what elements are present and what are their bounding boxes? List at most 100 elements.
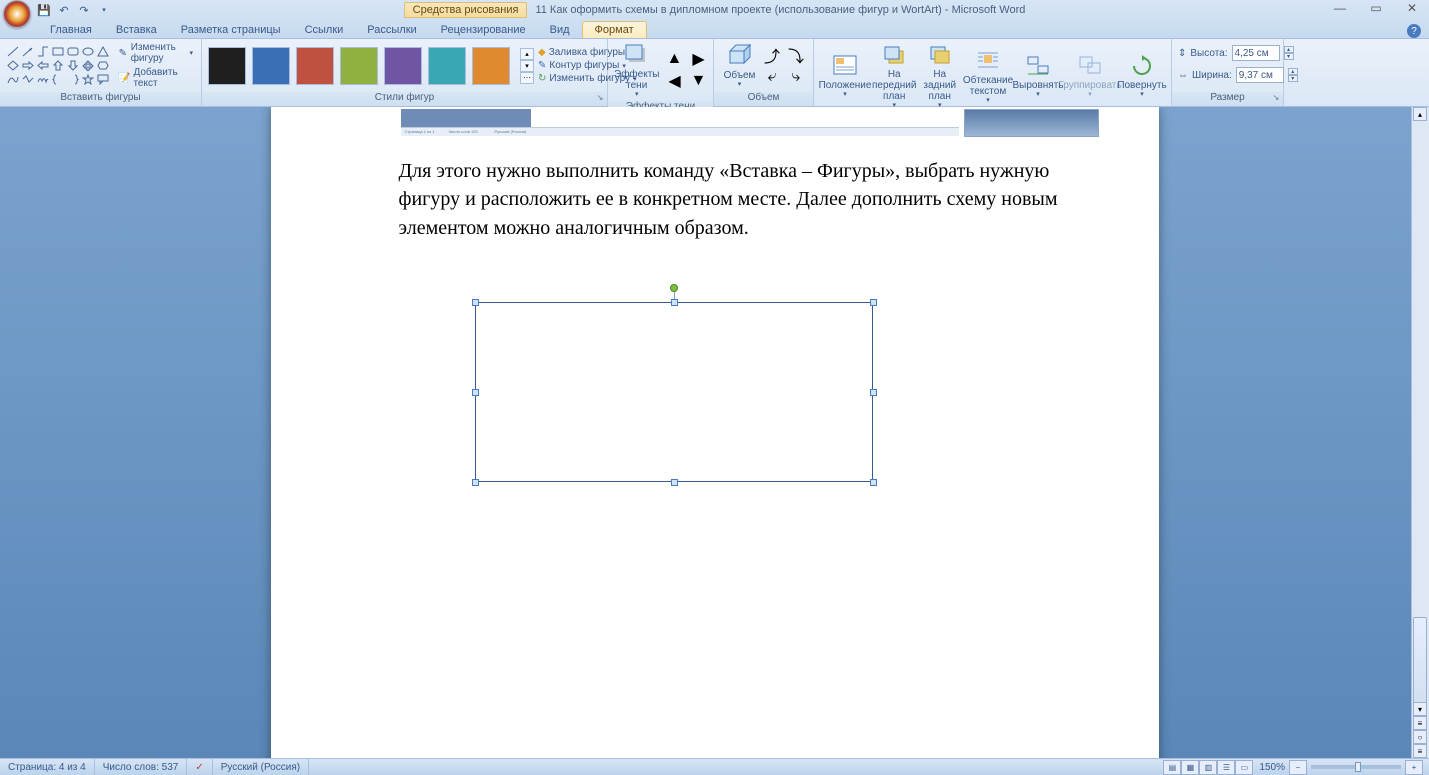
resize-handle-w[interactable]	[472, 389, 479, 396]
tab-page-layout[interactable]: Разметка страницы	[169, 22, 293, 38]
shape-ellipse-icon[interactable]	[81, 45, 95, 58]
size-launcher[interactable]: ↘	[1271, 93, 1281, 103]
group-button[interactable]: Группировать▾	[1063, 52, 1117, 99]
style-swatch-5[interactable]	[428, 47, 466, 85]
scroll-up-button[interactable]: ▴	[1413, 107, 1427, 121]
shadow-effects-button[interactable]: Эффекты тени▾	[614, 41, 659, 99]
close-button[interactable]: ✕	[1399, 0, 1425, 16]
shape-connector-icon[interactable]	[36, 45, 50, 58]
view-full-screen[interactable]: ▦	[1181, 760, 1199, 775]
vertical-scrollbar[interactable]: ▴ ▾ ≡ ○ ≡	[1411, 107, 1429, 758]
selected-rectangle-shape[interactable]	[475, 302, 873, 482]
style-nav-down[interactable]: ▾	[520, 60, 534, 72]
rotate-button[interactable]: Повернуть▾	[1119, 52, 1165, 99]
shape-4arrow-icon[interactable]	[81, 59, 95, 72]
add-text-button[interactable]: 📝Добавить текст	[116, 67, 195, 89]
send-back-button[interactable]: На задний план▾	[918, 41, 961, 110]
zoom-slider[interactable]	[1311, 765, 1401, 769]
tilt-right-icon[interactable]: ⤵	[785, 45, 807, 65]
style-swatch-1[interactable]	[252, 47, 290, 85]
shape-brace-icon[interactable]	[51, 73, 65, 86]
undo-icon[interactable]: ↶	[56, 2, 72, 18]
width-up[interactable]: ▴	[1288, 68, 1298, 75]
view-web[interactable]: ▥	[1199, 760, 1217, 775]
resize-handle-s[interactable]	[671, 479, 678, 486]
save-icon[interactable]: 💾	[36, 2, 52, 18]
style-swatch-6[interactable]	[472, 47, 510, 85]
shape-downarrow-icon[interactable]	[66, 59, 80, 72]
style-swatch-3[interactable]	[340, 47, 378, 85]
width-down[interactable]: ▾	[1288, 75, 1298, 82]
tab-home[interactable]: Главная	[38, 22, 104, 38]
scroll-thumb[interactable]	[1413, 617, 1427, 712]
minimize-button[interactable]: —	[1327, 0, 1353, 16]
shape-rect-icon[interactable]	[51, 45, 65, 58]
tab-format[interactable]: Формат	[582, 21, 647, 38]
rotation-handle[interactable]	[670, 284, 678, 292]
shadow-up-icon[interactable]: ▲	[663, 49, 685, 69]
height-up[interactable]: ▴	[1284, 46, 1294, 53]
maximize-button[interactable]: ▭	[1363, 0, 1389, 16]
shape-star-icon[interactable]	[81, 73, 95, 86]
help-icon[interactable]: ?	[1407, 24, 1421, 38]
status-page[interactable]: Страница: 4 из 4	[0, 759, 95, 775]
style-nav-up[interactable]: ▴	[520, 48, 534, 60]
shape-diamond-icon[interactable]	[6, 59, 20, 72]
resize-handle-sw[interactable]	[472, 479, 479, 486]
shape-callout-icon[interactable]	[96, 73, 110, 86]
shape-leftarrow-icon[interactable]	[36, 59, 50, 72]
shadow-down-icon[interactable]: ▼	[687, 71, 709, 91]
shadow-left-icon[interactable]: ◀	[663, 71, 685, 91]
shape-styles-launcher[interactable]: ↘	[595, 93, 605, 103]
qat-dropdown-icon[interactable]: ▾	[96, 2, 112, 18]
office-button[interactable]	[3, 0, 31, 28]
shapes-gallery[interactable]	[6, 45, 110, 86]
view-outline[interactable]: ☰	[1217, 760, 1235, 775]
next-page-button[interactable]: ≡	[1413, 744, 1427, 758]
edit-shape-button[interactable]: ✎Изменить фигуру▾	[116, 42, 195, 64]
position-button[interactable]: Положение▾	[820, 52, 870, 99]
resize-handle-nw[interactable]	[472, 299, 479, 306]
height-input[interactable]: 4,25 см	[1232, 45, 1280, 61]
height-down[interactable]: ▾	[1284, 53, 1294, 60]
view-draft[interactable]: ▭	[1235, 760, 1253, 775]
resize-handle-se[interactable]	[870, 479, 877, 486]
status-language[interactable]: Русский (Россия)	[213, 759, 309, 775]
shape-curve-icon[interactable]	[6, 73, 20, 86]
resize-handle-e[interactable]	[870, 389, 877, 396]
volume-button[interactable]: Объем▾	[720, 42, 759, 89]
shape-roundrect-icon[interactable]	[66, 45, 80, 58]
redo-icon[interactable]: ↷	[76, 2, 92, 18]
status-proofing[interactable]: ✓	[187, 759, 212, 775]
browse-object-button[interactable]: ○	[1413, 730, 1427, 744]
zoom-level[interactable]: 150%	[1259, 762, 1285, 773]
style-swatch-0[interactable]	[208, 47, 246, 85]
tilt-down-icon[interactable]: ⤷	[785, 67, 807, 87]
style-nav-more[interactable]: ⋯	[520, 72, 534, 84]
resize-handle-ne[interactable]	[870, 299, 877, 306]
shape-line-icon[interactable]	[6, 45, 20, 58]
bring-front-button[interactable]: На передний план▾	[872, 41, 916, 110]
tab-view[interactable]: Вид	[538, 22, 582, 38]
shape-hexagon-icon[interactable]	[96, 59, 110, 72]
zoom-in-button[interactable]: +	[1405, 760, 1423, 775]
status-words[interactable]: Число слов: 537	[95, 759, 188, 775]
style-swatch-4[interactable]	[384, 47, 422, 85]
shape-uparrow-icon[interactable]	[51, 59, 65, 72]
zoom-out-button[interactable]: −	[1289, 760, 1307, 775]
shape-arrow-icon[interactable]	[21, 45, 35, 58]
width-input[interactable]: 9,37 см	[1236, 67, 1284, 83]
shadow-right-icon[interactable]: ▶	[687, 49, 709, 69]
tilt-left-icon[interactable]: ⤶	[761, 67, 783, 87]
document-page[interactable]: Страница 1 из 1 Число слов 125 Русский (…	[271, 107, 1159, 758]
style-swatch-2[interactable]	[296, 47, 334, 85]
resize-handle-n[interactable]	[671, 299, 678, 306]
shape-rightarrow-icon[interactable]	[21, 59, 35, 72]
tab-mailings[interactable]: Рассылки	[355, 22, 428, 38]
shape-freeform-icon[interactable]	[21, 73, 35, 86]
tab-references[interactable]: Ссылки	[293, 22, 356, 38]
shape-triangle-icon[interactable]	[96, 45, 110, 58]
text-wrap-button[interactable]: Обтекание текстом▾	[963, 47, 1013, 105]
shape-brace2-icon[interactable]	[66, 73, 80, 86]
tab-review[interactable]: Рецензирование	[429, 22, 538, 38]
